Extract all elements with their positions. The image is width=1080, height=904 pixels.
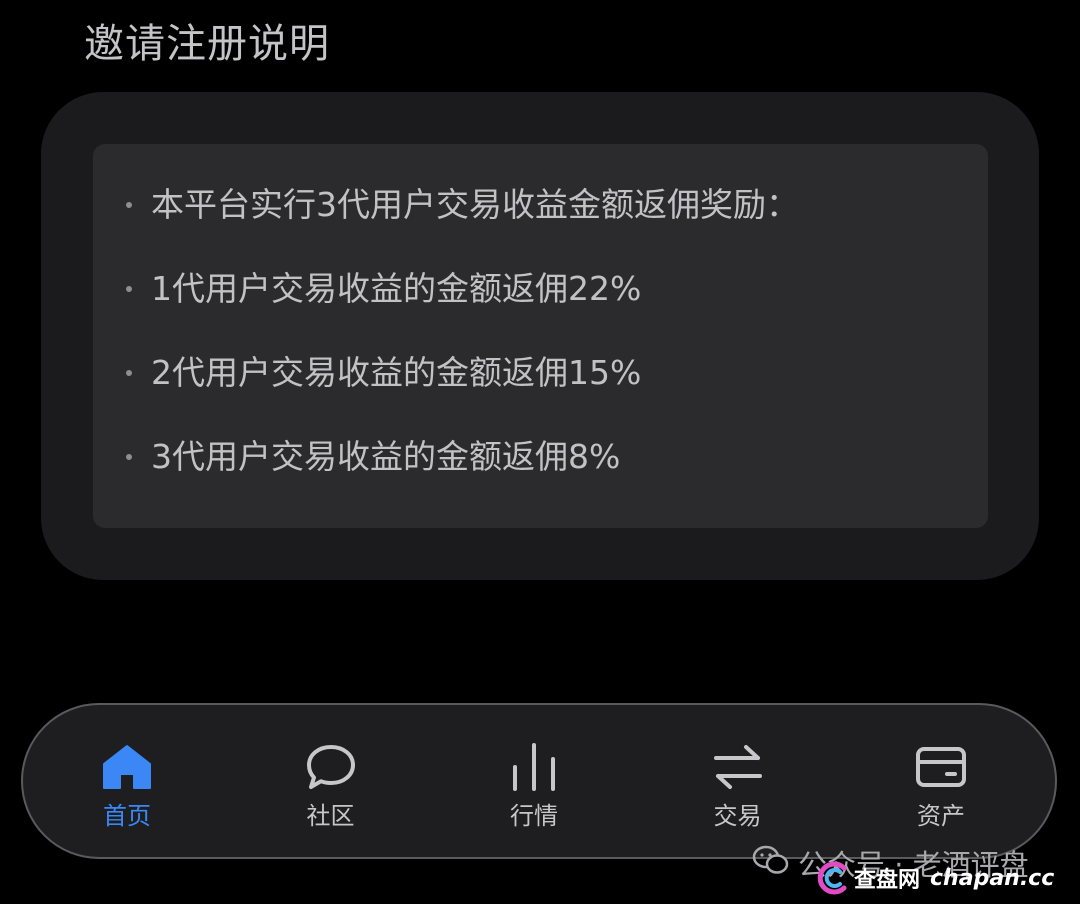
bullet-dot-icon [126, 202, 132, 208]
home-icon [101, 741, 153, 793]
tab-label: 资产 [917, 802, 965, 830]
page-title: 邀请注册说明 [84, 21, 330, 67]
tab-label: 首页 [103, 802, 151, 830]
tab-label: 社区 [306, 802, 355, 830]
brand-name: 查盘网 [854, 868, 921, 893]
rule-item: 本平台实行3代用户交易收益金额返佣奖励： [93, 184, 988, 226]
bullet-dot-icon [126, 286, 132, 292]
bar-chart-icon [508, 741, 560, 793]
brand-watermark: 查盘网 chapan.cc [814, 860, 1054, 896]
tab-home[interactable]: 首页 [77, 705, 177, 857]
tab-trade[interactable]: 交易 [688, 705, 788, 857]
bullet-dot-icon [126, 370, 132, 376]
tab-community[interactable]: 社区 [281, 705, 381, 857]
rules-panel: 本平台实行3代用户交易收益金额返佣奖励： 1代用户交易收益的金额返佣22% 2代… [93, 144, 988, 528]
rule-text: 3代用户交易收益的金额返佣8% [151, 437, 621, 476]
rules-card: 本平台实行3代用户交易收益金额返佣奖励： 1代用户交易收益的金额返佣22% 2代… [41, 92, 1039, 580]
brand-domain: chapan.cc [930, 865, 1055, 891]
tab-label: 交易 [713, 802, 762, 830]
rule-item: 3代用户交易收益的金额返佣8% [93, 436, 988, 478]
chat-bubble-icon [305, 741, 357, 793]
rule-text: 本平台实行3代用户交易收益金额返佣奖励： [151, 185, 799, 224]
swap-arrows-icon [712, 741, 764, 793]
rule-item: 1代用户交易收益的金额返佣22% [93, 268, 988, 310]
tab-assets[interactable]: 资产 [891, 705, 991, 857]
chapan-logo-icon [814, 860, 850, 896]
wallet-card-icon [915, 741, 967, 793]
bullet-dot-icon [126, 454, 132, 460]
tab-label: 行情 [510, 802, 558, 830]
bottom-tab-bar: 首页 社区 行情 交易 资产 [21, 703, 1057, 859]
rule-item: 2代用户交易收益的金额返佣15% [93, 352, 988, 394]
wechat-icon [752, 844, 790, 883]
tab-market[interactable]: 行情 [484, 705, 584, 857]
rule-text: 2代用户交易收益的金额返佣15% [151, 353, 642, 392]
rule-text: 1代用户交易收益的金额返佣22% [151, 269, 642, 308]
